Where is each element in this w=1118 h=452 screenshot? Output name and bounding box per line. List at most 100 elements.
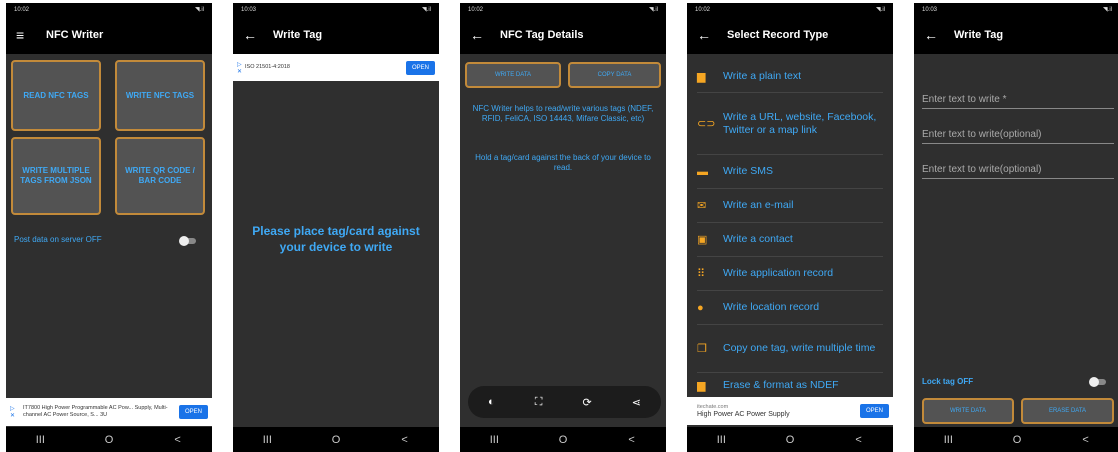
- record-type-copy-tag[interactable]: ❐ Copy one tag, write multiple time: [697, 325, 883, 373]
- text-field-optional-1[interactable]: Enter text to write(optional): [922, 120, 1114, 144]
- record-type-contact[interactable]: ▣ Write a contact: [697, 223, 883, 257]
- back-icon[interactable]: <: [844, 434, 874, 446]
- record-label: Write SMS: [723, 165, 773, 177]
- write-multiple-tags-button[interactable]: WRITE MULTIPLE TAGS FROM JSON: [11, 137, 101, 215]
- apps-icon: ⠿: [697, 268, 706, 280]
- write-data-button[interactable]: WRITE DATA: [465, 62, 561, 88]
- record-label: Erase & format as NDEF: [723, 379, 839, 391]
- home-icon[interactable]: O: [94, 434, 124, 446]
- app-bar: ← Write Tag: [914, 16, 1118, 54]
- screen-title: Select Record Type: [727, 29, 829, 41]
- share-icon[interactable]: ⋖: [632, 396, 641, 409]
- ad-headline: High Power AC Power Supply: [697, 410, 790, 418]
- record-type-sms[interactable]: ▬ Write SMS: [697, 155, 883, 189]
- ad-choices-icon[interactable]: ▷ ✕: [237, 61, 242, 75]
- text-field-required[interactable]: Enter text to write *: [922, 85, 1114, 109]
- home-icon[interactable]: O: [321, 434, 351, 446]
- home-icon[interactable]: O: [548, 434, 578, 446]
- app-bar: ← NFC Tag Details: [460, 16, 666, 54]
- record-label: Write a contact: [723, 233, 793, 245]
- status-time: 10:02: [14, 6, 30, 13]
- phone-screen-select-record-type: 10:02 ◥.il ← Select Record Type ▆ Write …: [687, 3, 893, 452]
- edit-icon[interactable]: ◐: [488, 396, 495, 408]
- record-type-email[interactable]: ✉ Write an e-mail: [697, 189, 883, 223]
- home-icon[interactable]: O: [1002, 434, 1032, 446]
- post-data-label: Post data on server OFF: [14, 235, 102, 244]
- back-arrow-icon[interactable]: ←: [697, 27, 715, 43]
- toggle-knob: [179, 236, 189, 246]
- system-nav-bar: III O <: [460, 427, 666, 452]
- recent-apps-icon[interactable]: III: [479, 434, 509, 446]
- ad-open-button[interactable]: OPEN: [405, 60, 435, 75]
- copy-data-button[interactable]: COPY DATA: [568, 62, 661, 88]
- copy-icon: ❐: [697, 343, 707, 355]
- text-field-optional-2[interactable]: Enter text to write(optional): [922, 155, 1114, 179]
- ad-choices-icon[interactable]: ▷ ✕: [10, 405, 15, 419]
- status-bar: 10:03 ◥.il: [914, 3, 1118, 16]
- link-icon: ⊂⊃: [697, 118, 716, 130]
- crop-icon[interactable]: ⛶: [535, 396, 543, 409]
- back-icon[interactable]: <: [390, 434, 420, 446]
- erase-data-button[interactable]: ERASE DATA: [1021, 398, 1114, 424]
- status-icons: ◥.il: [195, 7, 204, 13]
- record-type-url[interactable]: ⊂⊃ Write a URL, website, Facebook, Twitt…: [697, 93, 883, 155]
- post-data-toggle[interactable]: [179, 236, 196, 246]
- ad-source: itechate.com: [697, 403, 729, 410]
- phone-screen-write-tag-form: 10:03 ◥.il ← Write Tag Enter text to wri…: [914, 3, 1118, 452]
- read-instructions: Hold a tag/card against the back of your…: [475, 153, 651, 172]
- erase-icon: ▆: [697, 380, 706, 392]
- write-qr-code-button[interactable]: WRITE QR CODE / BAR CODE: [115, 137, 205, 215]
- record-label: Write an e-mail: [723, 199, 794, 211]
- back-icon[interactable]: <: [1071, 434, 1101, 446]
- recent-apps-icon[interactable]: III: [25, 434, 55, 446]
- record-type-erase[interactable]: ▆ Erase & format as NDEF: [697, 379, 883, 397]
- system-nav-bar: III O <: [6, 427, 212, 452]
- record-type-location[interactable]: ● Write location record: [697, 291, 883, 325]
- status-time: 10:02: [468, 6, 484, 13]
- status-icons: ◥.il: [876, 7, 885, 13]
- lock-tag-toggle[interactable]: [1089, 377, 1106, 387]
- recent-apps-icon[interactable]: III: [252, 434, 282, 446]
- system-nav-bar: III O <: [687, 427, 893, 452]
- screen-title: Write Tag: [954, 29, 1004, 41]
- status-bar: 10:03 ◥.il: [233, 3, 439, 16]
- ad-banner[interactable]: itechate.com High Power AC Power Supply …: [687, 397, 893, 425]
- status-icons: ◥.il: [649, 7, 658, 13]
- ad-text: ISO 21501-4:2018: [245, 64, 290, 70]
- email-icon: ✉: [697, 200, 707, 212]
- location-icon: ●: [697, 301, 704, 314]
- phone-screen-write-tag-waiting: 10:03 ◥.il ← Write Tag ▷ ✕ ISO 21501-4:20…: [233, 3, 439, 452]
- menu-icon[interactable]: ≡: [16, 27, 34, 43]
- back-arrow-icon[interactable]: ←: [470, 27, 488, 43]
- back-icon[interactable]: <: [163, 434, 193, 446]
- recent-apps-icon[interactable]: III: [933, 434, 963, 446]
- home-icon[interactable]: O: [775, 434, 805, 446]
- back-icon[interactable]: <: [617, 434, 647, 446]
- status-time: 10:03: [241, 6, 257, 13]
- write-data-button[interactable]: WRITE DATA: [922, 398, 1014, 424]
- status-time: 10:03: [922, 6, 938, 13]
- app-bar: ≡ NFC Writer: [6, 16, 212, 54]
- app-bar: ← Write Tag: [233, 16, 439, 54]
- write-nfc-tags-button[interactable]: WRITE NFC TAGS: [115, 60, 205, 131]
- ad-banner[interactable]: ▷ ✕ IT7800 High Power Programmable AC Pow…: [6, 398, 212, 426]
- toggle-knob: [1089, 377, 1099, 387]
- recent-apps-icon[interactable]: III: [706, 434, 736, 446]
- record-label: Write a URL, website, Facebook, Twitter …: [723, 110, 877, 136]
- status-bar: 10:02 ◥.il: [6, 3, 212, 16]
- ad-text: itechate.com High Power AC Power Supply: [697, 404, 860, 419]
- read-nfc-tags-button[interactable]: READ NFC TAGS: [11, 60, 101, 131]
- rotate-icon[interactable]: ⟳: [582, 396, 591, 409]
- record-type-application[interactable]: ⠿ Write application record: [697, 257, 883, 291]
- record-label: Write location record: [723, 301, 820, 313]
- record-type-plain-text[interactable]: ▆ Write a plain text: [697, 60, 883, 93]
- ad-text: IT7800 High Power Programmable AC Pow...…: [23, 405, 168, 418]
- ad-open-button[interactable]: OPEN: [178, 405, 208, 419]
- back-arrow-icon[interactable]: ←: [924, 27, 942, 43]
- ad-open-button[interactable]: OPEN: [859, 404, 889, 418]
- screen-title: NFC Tag Details: [500, 29, 584, 41]
- lock-tag-label: Lock tag OFF: [922, 377, 974, 386]
- back-arrow-icon[interactable]: ←: [243, 27, 261, 43]
- status-time: 10:02: [695, 6, 711, 13]
- ad-banner[interactable]: ▷ ✕ ISO 21501-4:2018 OPEN: [233, 54, 439, 81]
